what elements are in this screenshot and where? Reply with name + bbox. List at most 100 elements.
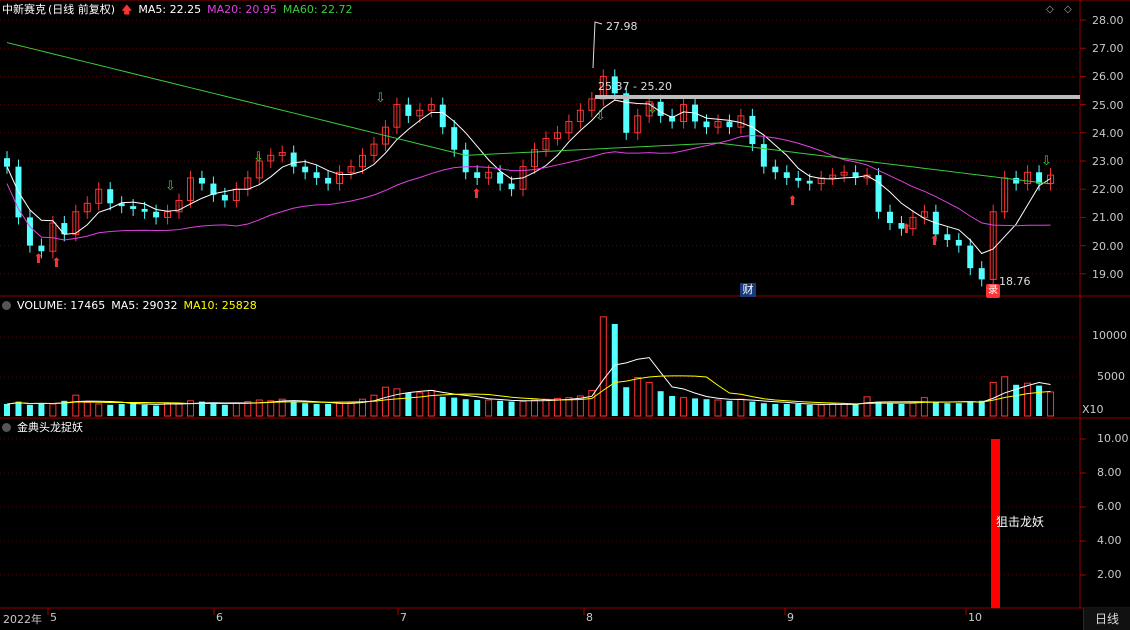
candle <box>875 175 882 212</box>
ma5-legend: MA5: 22.25 <box>138 3 202 16</box>
indicator-toggle-icon[interactable] <box>2 423 11 432</box>
volume-axis-5000: 5000 <box>1097 370 1125 383</box>
candle <box>153 211 160 218</box>
candle <box>760 144 767 167</box>
volume-bar <box>553 397 561 417</box>
candle <box>749 115 756 145</box>
candle <box>886 211 893 224</box>
candle <box>772 166 779 173</box>
volume-bar <box>313 404 320 416</box>
high-marker-line <box>592 21 603 69</box>
volume-bar <box>863 396 871 417</box>
candle <box>967 245 974 269</box>
indicator-name[interactable]: 金典头龙捉妖 <box>17 421 83 434</box>
price-tick: 27.00 <box>1092 42 1124 56</box>
low-price-label: 18.76 <box>999 275 1031 288</box>
candle <box>955 239 962 246</box>
candle <box>198 177 205 184</box>
volume-bar <box>783 404 790 416</box>
indicator-tick: 10.00 <box>1097 432 1129 445</box>
candle <box>107 189 114 204</box>
volume-legend: VOLUME: 17465 MA5: 29032 MA10: 25828 <box>2 299 263 313</box>
volume-ma5-line <box>6 357 1051 405</box>
sell-arrow-icon: ⇩ <box>165 179 176 194</box>
volume-bar <box>840 403 848 417</box>
volume-bar <box>267 400 275 417</box>
volume-toggle-icon[interactable] <box>2 301 11 310</box>
buy-arrow-icon: ⬆ <box>51 256 62 271</box>
signal-text: 狙击龙妖 <box>996 515 1045 529</box>
volume-bar <box>508 401 515 416</box>
volume-bar <box>153 405 160 416</box>
high-price-label: 27.98 <box>606 20 638 33</box>
volume-bar <box>210 404 217 416</box>
volume-bar <box>72 394 80 417</box>
volume-bar <box>1036 385 1043 416</box>
volume-bar <box>817 404 825 417</box>
volume-bar <box>852 404 859 416</box>
candle <box>141 208 148 212</box>
candle <box>462 149 469 173</box>
price-range-band <box>595 95 1080 99</box>
kline-chart-canvas[interactable]: ⬆ ⬆ ⬆ ⬆ ⬆ ⬆ ⇩ ⇩ ⇩ ⇩ ⇩ ⇩ <box>0 0 1130 630</box>
volume-bar <box>175 403 183 417</box>
candle <box>61 223 68 235</box>
volume-bar <box>531 399 538 417</box>
volume-bar <box>141 404 148 416</box>
range-label: 25.37 - 25.20 <box>598 80 672 93</box>
price-tick: 24.00 <box>1092 126 1124 140</box>
buy-arrow-icon: ⬆ <box>33 252 44 267</box>
volume-ma10-line <box>6 375 1051 405</box>
buy-arrow-icon: ⬆ <box>787 194 798 209</box>
candle <box>221 194 228 201</box>
price-tick: 25.00 <box>1092 98 1124 112</box>
financial-badge[interactable]: 财 <box>740 283 756 297</box>
volume-bar <box>669 396 676 416</box>
ma20-line <box>6 134 1051 241</box>
price-tick: 26.00 <box>1092 70 1124 84</box>
volume-ma5: MA5: 29032 <box>111 299 178 312</box>
indicator-tick: 8.00 <box>1097 466 1122 479</box>
price-tick: 19.00 <box>1092 267 1124 281</box>
volume-bar <box>944 403 951 416</box>
up-arrow-icon: 🡅 <box>121 3 133 16</box>
price-tick: 20.00 <box>1092 239 1124 253</box>
candle <box>130 206 137 209</box>
period-button[interactable]: 日线 <box>1083 608 1130 630</box>
volume-bar <box>645 381 653 417</box>
volume-bar <box>1047 391 1055 417</box>
volume-bar <box>909 402 917 417</box>
buy-arrow-icon: ⬆ <box>901 222 912 237</box>
volume-bar <box>95 403 103 417</box>
volume-bar <box>1024 382 1032 417</box>
volume-bar <box>427 389 435 417</box>
candle <box>944 234 951 240</box>
volume-bar <box>680 397 688 417</box>
year-label: 2022年 <box>3 613 42 626</box>
volume-bar <box>692 398 699 416</box>
indicator-legend: 金典头龙捉妖 <box>2 421 89 435</box>
diamond-icon[interactable]: ◇ <box>1046 4 1054 15</box>
month-10: 10 <box>968 611 982 624</box>
settings-diamond-icon[interactable]: ◇ <box>1064 4 1072 15</box>
volume-bar <box>497 400 504 416</box>
indicator-tick: 4.00 <box>1097 534 1122 547</box>
indicator-tick: 6.00 <box>1097 500 1122 513</box>
volume-bar <box>83 401 91 417</box>
event-badge[interactable]: 录 <box>986 284 1000 298</box>
volume-bar <box>875 401 882 416</box>
volume-bar <box>920 397 928 417</box>
candle <box>290 152 297 167</box>
volume-bar <box>806 404 813 416</box>
volume-bar <box>232 402 240 417</box>
volume-bar <box>347 401 355 417</box>
volume-bar <box>955 403 962 416</box>
stock-name[interactable]: 中新赛克 <box>2 3 46 16</box>
volume-bar <box>737 398 745 417</box>
candle <box>703 121 710 128</box>
volume-bar <box>15 401 22 416</box>
volume-bar <box>336 402 344 417</box>
candle <box>405 104 412 116</box>
volume-bar <box>302 403 309 416</box>
volume-bar <box>107 404 114 416</box>
